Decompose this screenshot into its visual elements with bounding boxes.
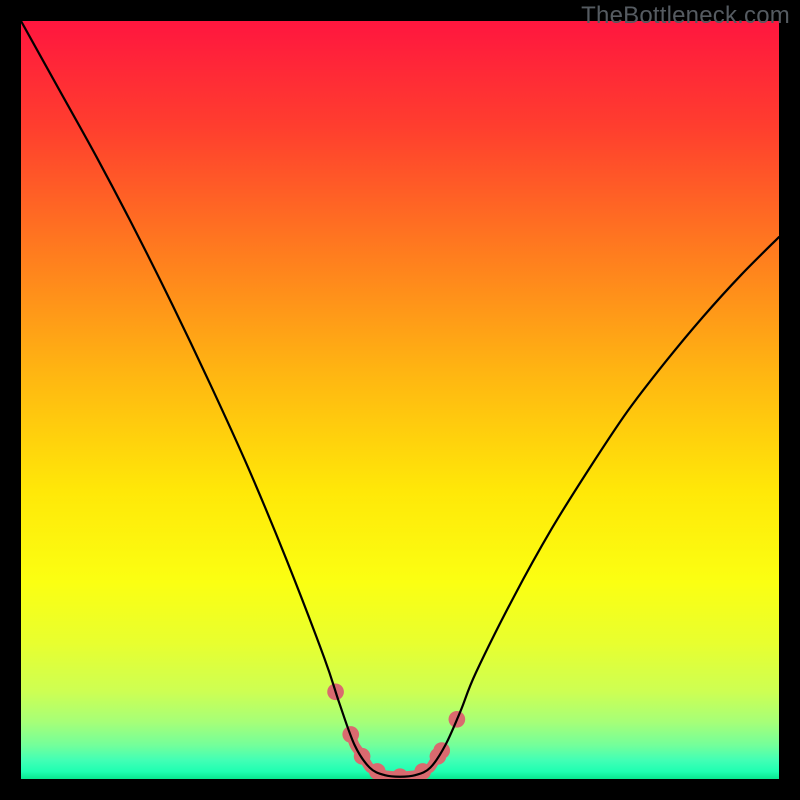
gradient-background bbox=[21, 21, 779, 779]
highlight-dot bbox=[369, 763, 386, 779]
chart-plot-area bbox=[21, 21, 779, 779]
watermark-text: TheBottleneck.com bbox=[581, 2, 790, 30]
chart-frame: TheBottleneck.com bbox=[0, 0, 800, 800]
highlight-dot bbox=[414, 763, 431, 779]
chart-svg bbox=[21, 21, 779, 779]
